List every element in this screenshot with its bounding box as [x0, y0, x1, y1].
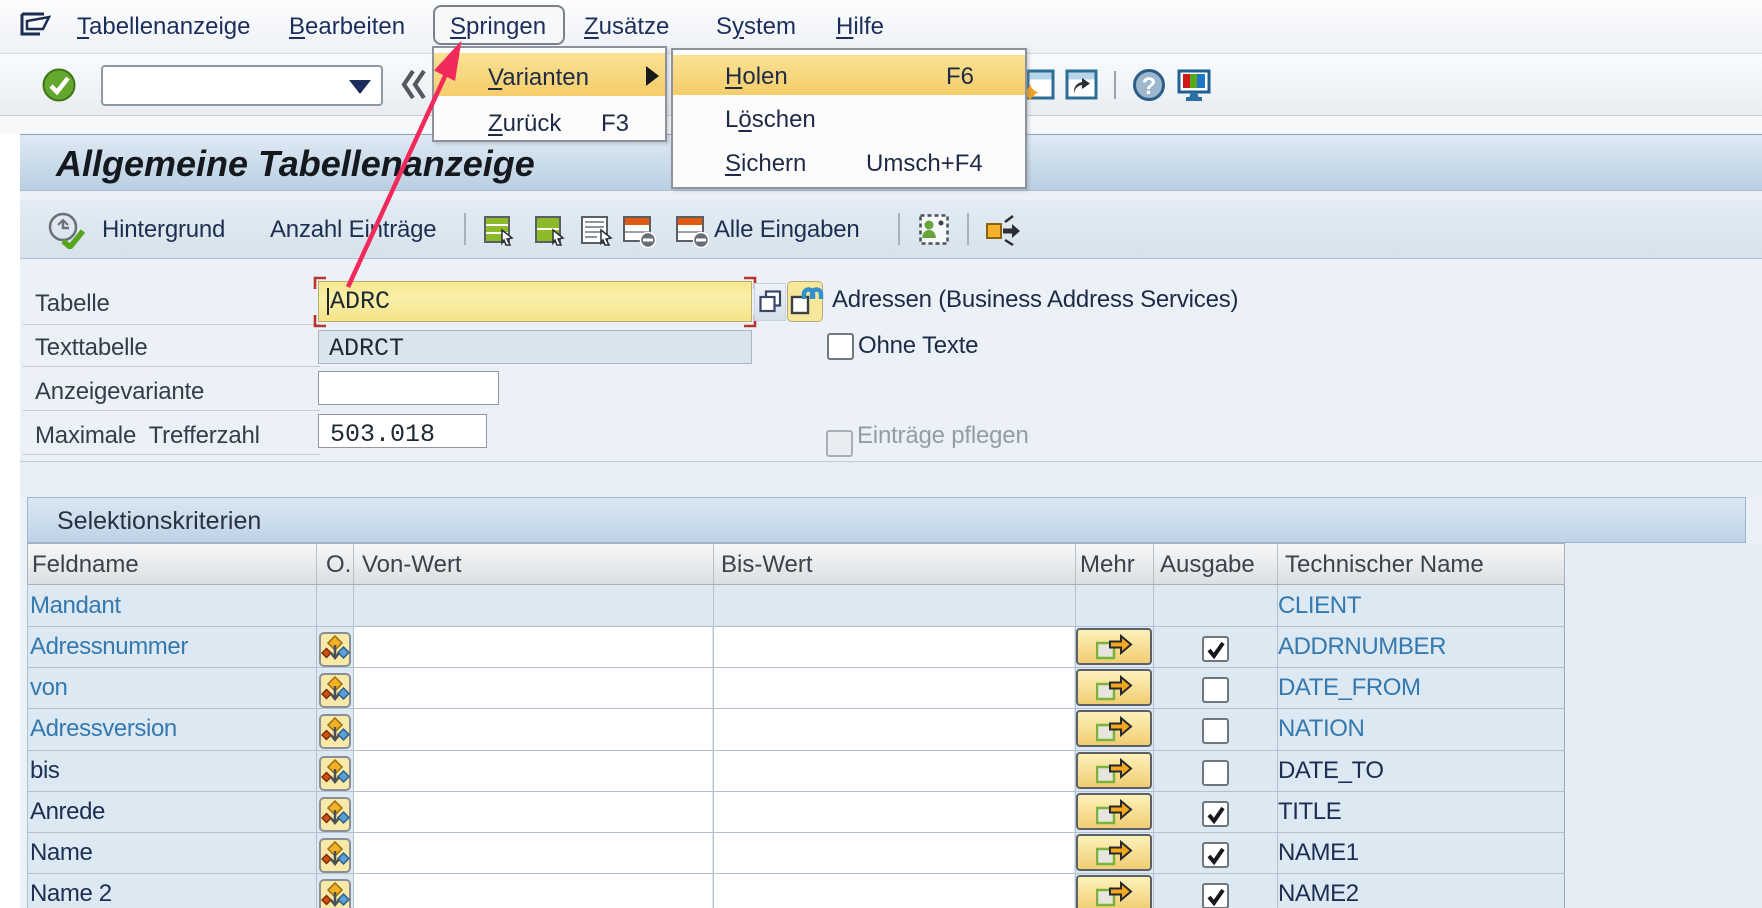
svg-text:?: ?: [1142, 73, 1157, 100]
